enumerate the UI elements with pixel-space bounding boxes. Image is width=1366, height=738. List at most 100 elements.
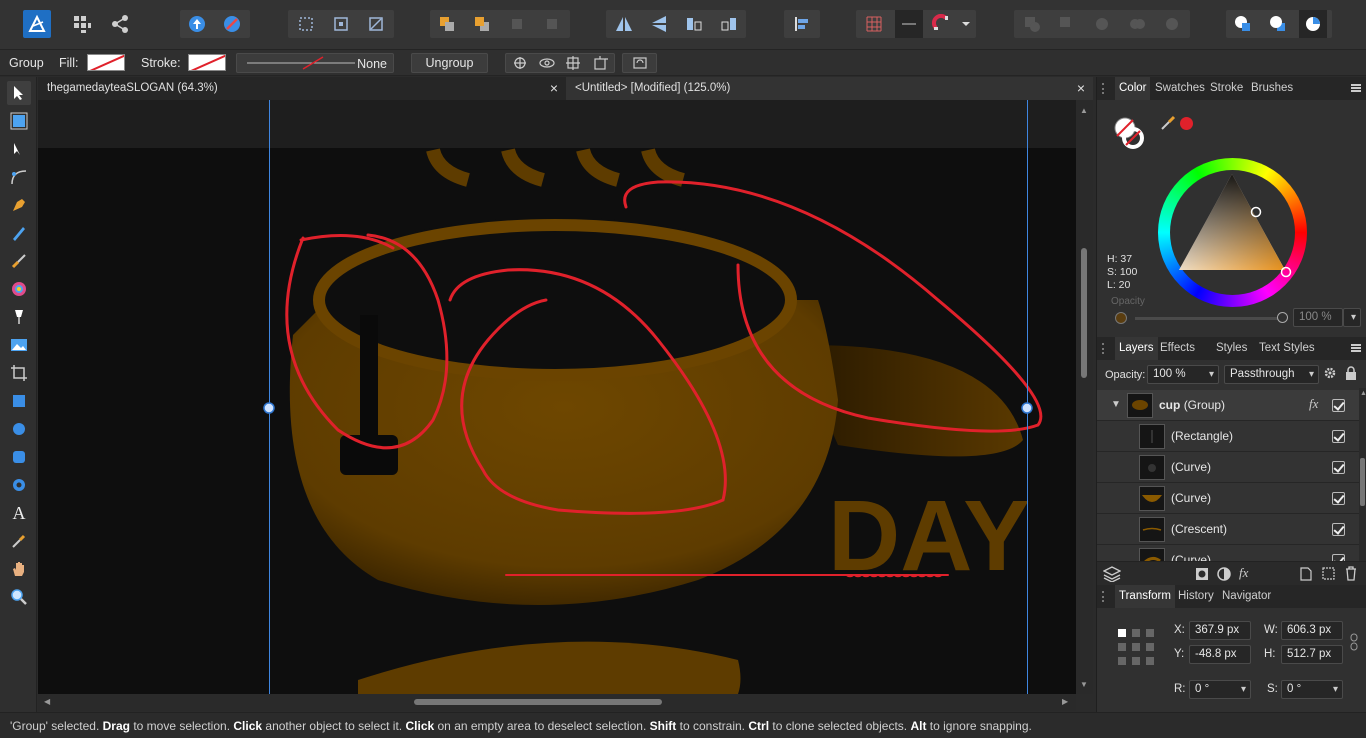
horizontal-scrollbar[interactable]: ◀ ▶ [38,694,1076,711]
document-canvas[interactable]: DAY [38,100,1076,694]
tab-layers[interactable]: Layers [1115,337,1158,360]
flip-vertical-icon[interactable] [645,10,673,38]
picked-color-swatch[interactable] [1180,117,1193,130]
opacity-dropdown[interactable] [1343,308,1361,327]
pencil-tool-icon[interactable] [7,221,31,245]
snap-bounds-icon[interactable] [292,10,320,38]
live-filter-icon[interactable]: fx [1239,565,1248,581]
rounded-rectangle-tool-icon[interactable] [7,445,31,469]
snap-center-icon[interactable] [327,10,355,38]
scroll-down-icon[interactable]: ▼ [1080,680,1088,689]
scroll-left-icon[interactable]: ◀ [44,697,50,706]
tab-swatches[interactable]: Swatches [1151,77,1209,100]
tab-styles[interactable]: Styles [1212,337,1251,360]
xor-boolean-icon[interactable] [1123,10,1151,38]
rotate-left-icon[interactable] [680,10,708,38]
fill-tool-icon[interactable] [7,277,31,301]
move-back-one-icon[interactable] [468,10,496,38]
tab-effects[interactable]: Effects [1156,337,1199,360]
stroke-swatch[interactable] [188,54,226,71]
selection-handle-right[interactable] [1021,402,1033,414]
layer-row-curve[interactable]: (Curve) [1097,483,1359,514]
move-to-front-icon[interactable] [538,10,566,38]
panel-grip-icon[interactable] [1102,83,1107,94]
flip-horizontal-icon[interactable] [610,10,638,38]
hand-tool-icon[interactable] [7,557,31,581]
layer-row-cup-group[interactable]: ▼ cup (Group) fx [1097,390,1359,421]
layers-scroll-thumb[interactable] [1360,458,1365,506]
intersect-boolean-icon[interactable] [1088,10,1116,38]
add-pixel-layer-icon[interactable] [1300,567,1312,581]
lock-icon[interactable] [1345,366,1357,380]
grid-icon[interactable] [860,10,888,38]
color-picker-tool-icon[interactable] [7,529,31,553]
x-position-input[interactable]: 367.9 px [1189,621,1251,640]
panel-grip-icon[interactable] [1102,591,1107,602]
link-proportions-icon[interactable] [1350,633,1358,651]
persona-grid-icon[interactable] [68,10,96,38]
stroke-style-dropdown[interactable]: None [236,53,394,73]
fill-stroke-selector-icon[interactable] [1111,114,1151,154]
layer-visibility-checkbox[interactable] [1332,492,1345,505]
height-input[interactable]: 512.7 px [1281,645,1343,664]
subtract-boolean-icon[interactable] [1053,10,1081,38]
tab-text-styles[interactable]: Text Styles [1255,337,1319,360]
move-to-back-icon[interactable] [433,10,461,38]
upload-icon[interactable] [183,10,211,38]
tab-thegamedayteaslogan[interactable]: thegamedayteaSLOGAN (64.3%) × [38,77,566,100]
ungroup-button[interactable]: Ungroup [411,53,488,73]
donut-tool-icon[interactable] [7,473,31,497]
layer-row-curve[interactable]: (Curve) [1097,452,1359,483]
close-tab-icon[interactable]: × [1077,77,1085,100]
share-icon[interactable] [106,10,134,38]
rotate-right-icon[interactable] [715,10,743,38]
layer-settings-gear-icon[interactable] [1323,366,1337,380]
move-tool-icon[interactable] [7,81,31,105]
opacity-slider-track[interactable] [1135,317,1285,320]
tab-transform[interactable]: Transform [1115,585,1175,608]
group-layers-icon[interactable] [1322,567,1335,580]
panel-grip-icon[interactable] [1102,343,1107,354]
snapping-dropdown-icon[interactable] [958,10,974,38]
sync-off-icon[interactable] [218,10,246,38]
panel-menu-icon[interactable] [1351,344,1361,352]
layer-visibility-checkbox[interactable] [1332,399,1345,412]
text-tool-icon[interactable]: A [7,501,31,525]
anchor-selector-icon[interactable] [1117,628,1155,666]
close-tab-icon[interactable]: × [550,77,558,100]
tab-brushes[interactable]: Brushes [1247,77,1297,100]
tab-stroke[interactable]: Stroke [1206,77,1247,100]
y-position-input[interactable]: -48.8 px [1189,645,1251,664]
layer-visibility-checkbox[interactable] [1332,461,1345,474]
scroll-up-icon[interactable]: ▲ [1360,390,1366,397]
divide-boolean-icon[interactable] [1158,10,1186,38]
delete-layer-icon[interactable] [1345,566,1357,581]
blend-mode-dropdown[interactable]: Passthrough [1224,365,1319,384]
fill-swatch[interactable] [87,54,125,71]
baseline-grid-icon[interactable] [895,10,923,38]
zoom-tool-icon[interactable] [7,585,31,609]
layer-opacity-dropdown[interactable]: 100 % [1147,365,1219,384]
rotation-input[interactable]: 0 ° [1189,680,1251,699]
mask-layer-icon[interactable] [1195,567,1209,581]
layers-scrollbar[interactable]: ▲ ▼ [1359,388,1366,578]
tab-color[interactable]: Color [1115,77,1151,100]
tab-untitled[interactable]: <Untitled> [Modified] (125.0%) × [566,77,1093,100]
opacity-slider-handle[interactable] [1277,312,1288,323]
ellipse-tool-icon[interactable] [7,417,31,441]
layers-stack-icon[interactable] [1103,566,1121,582]
convert-rotate-button[interactable] [622,53,657,73]
tab-history[interactable]: History [1174,585,1218,608]
vertical-scroll-thumb[interactable] [1081,248,1087,378]
place-image-tool-icon[interactable] [7,333,31,357]
add-boolean-icon[interactable] [1018,10,1046,38]
scroll-right-icon[interactable]: ▶ [1062,697,1068,706]
panel-menu-icon[interactable] [1351,84,1361,92]
crop-tool-icon[interactable] [7,361,31,385]
node-tool-icon[interactable] [7,137,31,161]
collapse-group-icon[interactable]: ▼ [1111,399,1121,410]
eyedropper-icon[interactable] [1159,114,1177,132]
shear-input[interactable]: 0 ° [1281,680,1343,699]
snapping-magnet-icon[interactable] [928,10,956,38]
corner-tool-icon[interactable] [7,165,31,189]
